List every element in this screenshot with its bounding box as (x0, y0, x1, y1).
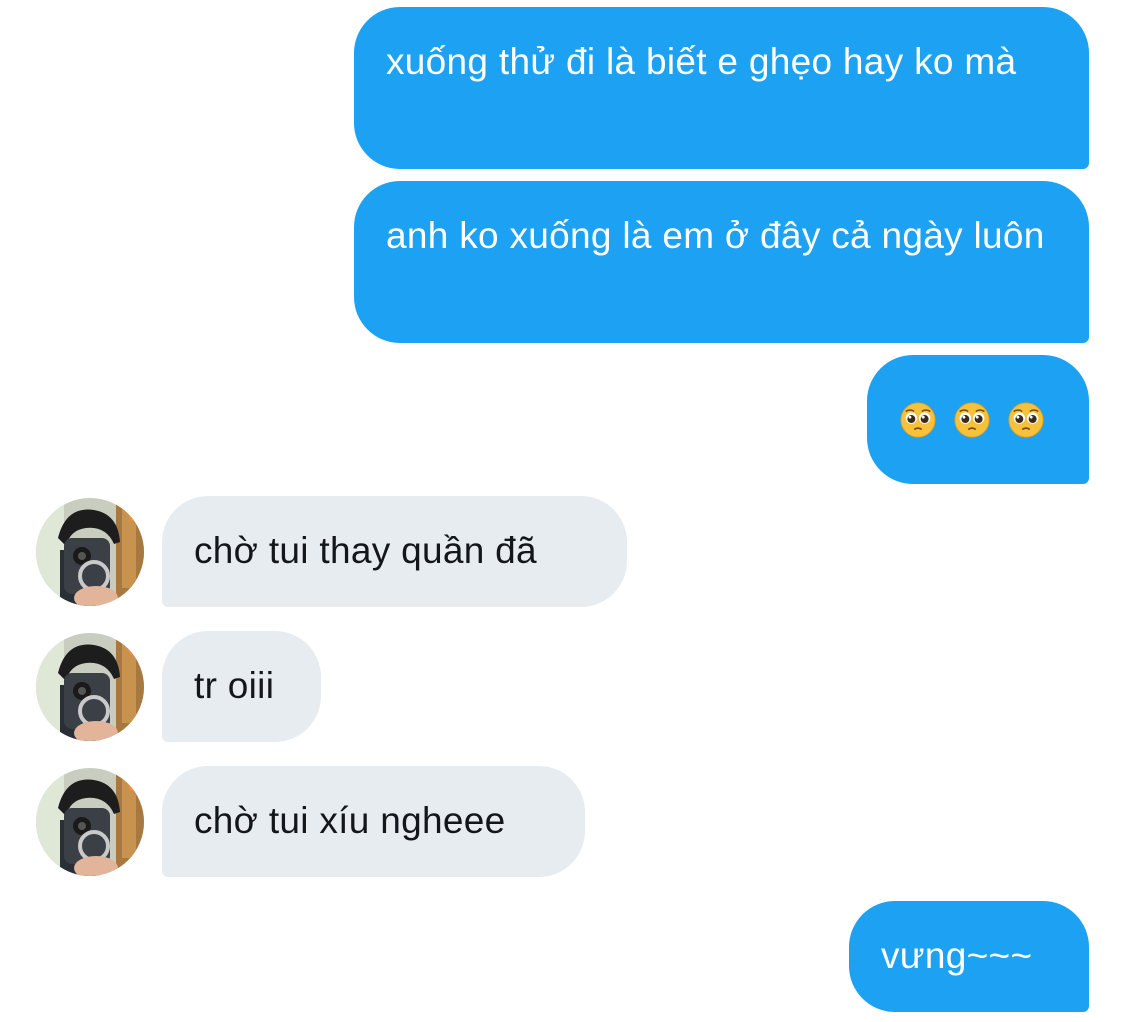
message-text: anh ko xuống là em ở đây cả ngày luôn (386, 215, 1045, 256)
avatar[interactable] (36, 768, 144, 876)
received-message-bubble[interactable]: chờ tui thay quần đã (162, 496, 627, 607)
message-text: chờ tui xíu ngheee (194, 800, 506, 841)
sent-message-bubble[interactable]: anh ko xuống là em ở đây cả ngày luôn (354, 181, 1089, 343)
sent-emoji-bubble[interactable] (867, 355, 1089, 484)
message-text: tr oiii (194, 665, 275, 706)
avatar[interactable] (36, 498, 144, 606)
avatar[interactable] (36, 633, 144, 741)
sent-message-bubble[interactable]: vưng~~~ (849, 901, 1089, 1012)
pleading-face-icon (1007, 401, 1045, 439)
received-message-bubble[interactable]: tr oiii (162, 631, 321, 742)
message-text: xuống thử đi là biết e ghẹo hay ko mà (386, 41, 1017, 82)
sent-message-bubble[interactable]: xuống thử đi là biết e ghẹo hay ko mà (354, 7, 1089, 169)
received-message-bubble[interactable]: chờ tui xíu ngheee (162, 766, 585, 877)
message-text: chờ tui thay quần đã (194, 530, 537, 571)
message-text: vưng~~~ (881, 935, 1033, 976)
pleading-face-icon (953, 401, 991, 439)
pleading-face-icon (899, 401, 937, 439)
